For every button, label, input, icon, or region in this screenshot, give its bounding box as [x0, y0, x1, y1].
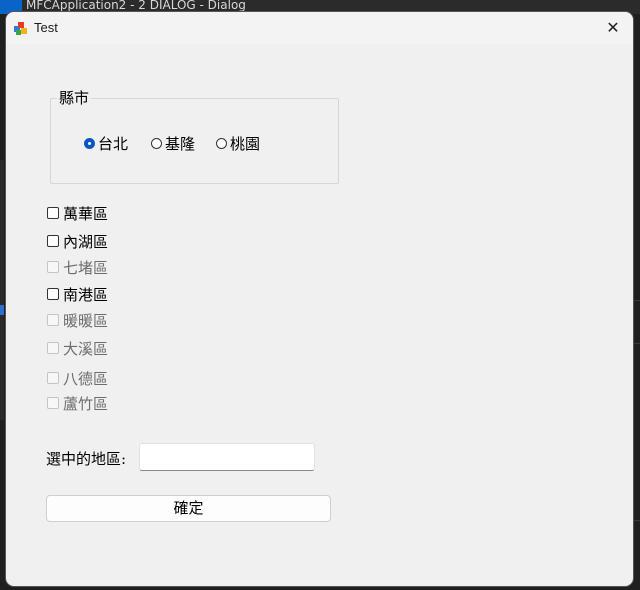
background-divider: [632, 343, 640, 344]
checkbox-box[interactable]: [47, 235, 59, 247]
radio-button-indicator[interactable]: [84, 137, 95, 149]
radio-label: 基隆: [165, 134, 196, 153]
ok-button[interactable]: 確定: [46, 495, 331, 522]
checkbox-label: 大溪區: [63, 339, 109, 358]
selected-district-label: 選中的地區:: [46, 450, 127, 468]
mfc-app-icon: [14, 22, 27, 35]
radio-button-indicator[interactable]: [151, 137, 162, 149]
close-button[interactable]: ✕: [600, 16, 626, 40]
radio-taipei[interactable]: 台北: [84, 134, 129, 153]
checkbox-label: 南港區: [63, 285, 109, 304]
checkbox-box: [47, 397, 59, 409]
checkbox-label: 蘆竹區: [63, 394, 109, 413]
checkbox-box: [47, 372, 59, 384]
checkbox-label: 暖暖區: [63, 311, 109, 330]
background-divider: [632, 520, 640, 521]
close-icon: ✕: [606, 18, 620, 37]
checkbox-qidu: 七堵區: [47, 258, 109, 277]
checkbox-daxi: 大溪區: [47, 339, 109, 358]
selected-district-input[interactable]: [139, 443, 315, 471]
radio-button-indicator[interactable]: [216, 137, 227, 149]
checkbox-label: 內湖區: [63, 232, 109, 251]
background-left-accent: [0, 305, 4, 315]
checkbox-bade: 八德區: [47, 369, 109, 388]
background-window-title: MFCApplication2 - 2 DIALOG - Dialog: [26, 0, 246, 12]
background-left-panel: [0, 160, 4, 420]
checkbox-nangang[interactable]: 南港區: [47, 285, 109, 304]
window-title: Test: [34, 20, 58, 35]
checkbox-box: [47, 314, 59, 326]
checkbox-box: [47, 261, 59, 273]
checkbox-box[interactable]: [47, 207, 59, 219]
checkbox-label: 七堵區: [63, 258, 109, 277]
background-divider: [632, 300, 640, 301]
checkbox-neihu[interactable]: 內湖區: [47, 232, 109, 251]
checkbox-wanhua[interactable]: 萬華區: [47, 204, 109, 223]
checkbox-box[interactable]: [47, 288, 59, 300]
checkbox-label: 八德區: [63, 369, 109, 388]
checkbox-nuannuan: 暖暖區: [47, 311, 109, 330]
title-bar[interactable]: Test ✕: [6, 12, 633, 44]
dialog-window: Test ✕ 縣市 台北 基隆 桃園 萬華區 內湖區 七堵區 南港區 暖暖區 大…: [6, 12, 633, 586]
radio-taoyuan[interactable]: 桃園: [216, 134, 261, 153]
radio-keelung[interactable]: 基隆: [151, 134, 196, 153]
radio-label: 桃園: [230, 134, 261, 153]
radio-label: 台北: [98, 134, 129, 153]
city-group-label: 縣市: [57, 87, 92, 108]
checkbox-label: 萬華區: [63, 204, 109, 223]
checkbox-luzhu: 蘆竹區: [47, 394, 109, 413]
checkbox-box: [47, 342, 59, 354]
